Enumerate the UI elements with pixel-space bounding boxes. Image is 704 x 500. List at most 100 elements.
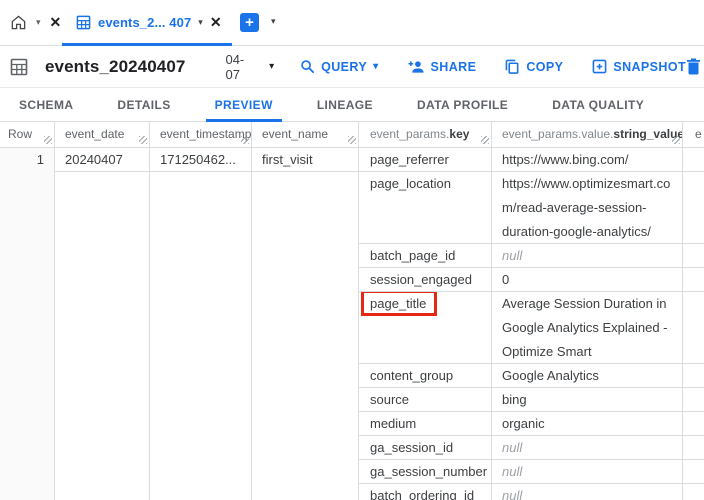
event-params-rows: page_referrer https://www.bing.com/ page… [359, 148, 704, 500]
column-header-event-params-value-string-value: event_params.value.string_value [492, 122, 683, 148]
home-tab-dropdown-icon[interactable]: ▾ [36, 18, 41, 27]
param-extra-cell [683, 412, 704, 436]
param-key-cell: batch_page_id [359, 244, 492, 268]
tab-events-table[interactable]: events_2... 407 ▾ ✕ [62, 0, 232, 45]
cell-event-name-continuation [252, 172, 359, 500]
date-shard-caret-icon: ▾ [269, 62, 274, 72]
tab-lineage[interactable]: LINEAGE [308, 88, 382, 121]
preview-table: Row event_date event_timestamp event_nam… [0, 122, 704, 500]
param-key-cell: ga_session_number [359, 460, 492, 484]
tab-data-quality[interactable]: DATA QUALITY [543, 88, 653, 121]
param-key-cell: page_location [359, 172, 492, 244]
tab-dropdown-icon[interactable]: ▾ [198, 18, 203, 27]
copy-icon [505, 59, 520, 75]
snapshot-button-label: SNAPSHOT [613, 60, 686, 74]
share-button[interactable]: SHARE [408, 60, 477, 74]
param-extra-cell [683, 388, 704, 412]
person-add-icon [408, 60, 425, 74]
date-shard-value: 04-07 [225, 52, 255, 82]
param-value-cell: null [492, 460, 683, 484]
param-row: medium organic [359, 412, 704, 436]
search-icon [300, 59, 315, 74]
param-key-cell: session_engaged [359, 268, 492, 292]
table-toolbar: events_20240407 04-07 ▾ QUERY ▾ SHARE CO… [0, 46, 704, 88]
param-row: batch_page_id null [359, 244, 704, 268]
param-row: batch_ordering_id null [359, 484, 704, 500]
param-value-cell: null [492, 484, 683, 500]
param-extra-cell [683, 484, 704, 500]
share-button-label: SHARE [431, 60, 477, 74]
home-tab-close-icon[interactable]: ✕ [50, 14, 62, 31]
param-row: content_group Google Analytics [359, 364, 704, 388]
param-value-cell: Average Session Duration in Google Analy… [492, 292, 683, 364]
bigquery-table-page: ▾ ✕ events_2... 407 ▾ ✕ + ▾ events_20240… [0, 0, 704, 500]
param-extra-cell [683, 364, 704, 388]
param-row: source bing [359, 388, 704, 412]
cell-event-date: 20240407 [55, 148, 150, 172]
row-number-cell: 1 [0, 148, 55, 172]
date-shard-selector[interactable]: 04-07 ▾ [225, 52, 274, 82]
param-extra-cell [683, 148, 704, 172]
param-extra-cell [683, 436, 704, 460]
column-resize-handle[interactable] [139, 136, 147, 144]
param-row: ga_session_id null [359, 436, 704, 460]
param-key-cell: page_title [359, 292, 492, 364]
param-extra-cell [683, 244, 704, 268]
query-button-label: QUERY [321, 60, 367, 74]
snapshot-button[interactable]: SNAPSHOT [592, 59, 686, 74]
cell-event-name: first_visit [252, 148, 359, 172]
param-row: page_referrer https://www.bing.com/ [359, 148, 704, 172]
tab-label: events_2... 407 [98, 15, 191, 30]
home-icon[interactable] [10, 14, 27, 31]
tab-preview[interactable]: PREVIEW [206, 88, 282, 121]
new-tab-dropdown-icon[interactable]: ▾ [271, 17, 276, 26]
column-resize-handle[interactable] [481, 136, 489, 144]
param-key-cell: batch_ordering_id [359, 484, 492, 500]
param-key-cell: page_referrer [359, 148, 492, 172]
param-value-cell: organic [492, 412, 683, 436]
column-resize-handle[interactable] [44, 136, 52, 144]
tab-schema[interactable]: SCHEMA [10, 88, 82, 121]
copy-button-label: COPY [526, 60, 563, 74]
param-value-cell: bing [492, 388, 683, 412]
param-key-cell: medium [359, 412, 492, 436]
column-header-event-params-key: event_params.key [359, 122, 492, 148]
param-key-cell: content_group [359, 364, 492, 388]
row-number-gutter [0, 172, 55, 500]
snapshot-icon [592, 59, 607, 74]
tab-details[interactable]: DETAILS [108, 88, 179, 121]
query-button[interactable]: QUERY ▾ [300, 59, 378, 74]
tab-close-icon[interactable]: ✕ [210, 14, 222, 31]
copy-button[interactable]: COPY [505, 59, 563, 75]
table-view-tabs: SCHEMA DETAILS PREVIEW LINEAGE DATA PROF… [0, 88, 704, 122]
column-header-event-name: event_name [252, 122, 359, 148]
param-row: session_engaged 0 [359, 268, 704, 292]
column-resize-handle[interactable] [672, 136, 680, 144]
param-value-cell: Google Analytics [492, 364, 683, 388]
param-extra-cell [683, 460, 704, 484]
param-key-cell: ga_session_id [359, 436, 492, 460]
param-value-cell: 0 [492, 268, 683, 292]
param-row-highlighted: page_title Average Session Duration in G… [359, 292, 704, 364]
param-row: ga_session_number null [359, 460, 704, 484]
cell-event-timestamp-continuation [150, 172, 252, 500]
new-tab-button[interactable]: + [240, 13, 259, 32]
column-resize-handle[interactable] [241, 136, 249, 144]
param-extra-cell [683, 292, 704, 364]
tab-data-profile[interactable]: DATA PROFILE [408, 88, 517, 121]
page-title: events_20240407 [45, 57, 185, 77]
table-icon [76, 15, 91, 30]
param-extra-cell [683, 172, 704, 244]
param-value-cell: null [492, 244, 683, 268]
table-icon-large [10, 58, 28, 76]
column-header-row: Row [0, 122, 55, 148]
editor-tab-bar: ▾ ✕ events_2... 407 ▾ ✕ + ▾ [0, 0, 704, 46]
delete-table-icon[interactable] [686, 58, 701, 75]
column-header-event-date: event_date [55, 122, 150, 148]
param-value-cell: https://www.optimizesmart.com/read-avera… [492, 172, 683, 244]
column-header-event-timestamp: event_timestamp [150, 122, 252, 148]
cell-event-timestamp: 171250462... [150, 148, 252, 172]
cell-event-date-continuation [55, 172, 150, 500]
column-resize-handle[interactable] [348, 136, 356, 144]
query-dropdown-icon: ▾ [373, 62, 378, 72]
